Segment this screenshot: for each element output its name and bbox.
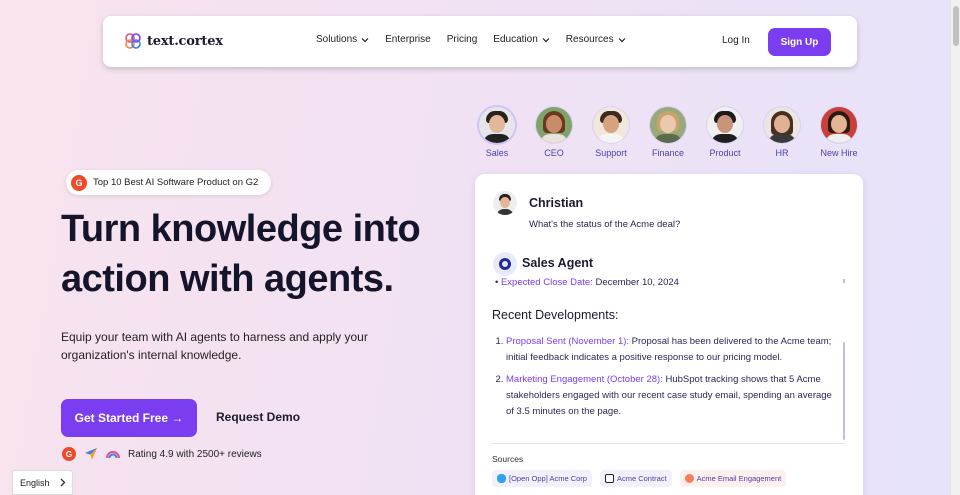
expected-close-line: • Expected Close Date: December 10, 2024 <box>495 277 679 288</box>
nav-pricing-label: Pricing <box>446 34 478 45</box>
chevron-right-icon <box>60 478 66 487</box>
brain-logo-icon <box>125 33 141 49</box>
sales-agent-icon <box>493 252 517 276</box>
nav-education-label: Education <box>493 34 538 45</box>
agent-label: Support <box>595 148 627 158</box>
badge-text: Top 10 Best AI Software Product on G2 <box>93 177 259 188</box>
nav-enterprise[interactable]: Enterprise <box>385 34 431 45</box>
development-item: Proposal Sent (November 1): Proposal has… <box>506 334 837 366</box>
login-link[interactable]: Log In <box>722 35 750 46</box>
signup-button[interactable]: Sign Up <box>768 28 831 56</box>
rating-row: G Rating 4.9 with 2500+ reviews <box>62 447 262 461</box>
source-label: Acme Contract <box>616 474 667 483</box>
agent-avatar <box>593 107 629 143</box>
sources-label: Sources <box>492 454 524 464</box>
source-chip[interactable]: [Open Opp] Acme Corp <box>492 470 592 487</box>
sources-list: [Open Opp] Acme Corp Acme Contract Acme … <box>492 470 787 487</box>
chat-scrollbar[interactable] <box>843 342 845 440</box>
headline-line-2: action with agents. <box>61 258 394 300</box>
agent-label: HR <box>775 148 789 158</box>
g2-badge[interactable]: G Top 10 Best AI Software Product on G2 <box>66 170 271 195</box>
logo[interactable]: text.cortex <box>124 32 223 50</box>
notion-icon <box>604 474 614 483</box>
user-message: What's the status of the Acme deal? <box>529 219 681 230</box>
source-chip[interactable]: Acme Contract <box>599 470 672 487</box>
agent-selector: Sales CEO Support Finance Product HR New… <box>478 107 858 158</box>
chevron-down-icon <box>361 37 369 42</box>
language-label: English <box>20 477 50 488</box>
user-name: Christian <box>529 196 584 210</box>
g2-logo-icon: G <box>71 174 87 191</box>
source-chip[interactable]: Acme Email Engagement <box>679 470 787 487</box>
get-started-button[interactable]: Get Started Free → <box>61 399 197 437</box>
agent-label: Sales <box>485 148 509 158</box>
source-label: [Open Opp] Acme Corp <box>509 474 587 483</box>
inner-scroll-indicator <box>843 279 845 283</box>
agent-product[interactable]: Product <box>706 107 744 158</box>
development-head: Proposal Sent (November 1): <box>506 336 630 347</box>
hubspot-icon <box>684 474 694 483</box>
developments-title: Recent Developments: <box>492 308 619 322</box>
language-selector[interactable]: English <box>12 470 73 495</box>
agent-hr[interactable]: HR <box>763 107 801 158</box>
hero-subtitle: Equip your team with AI agents to harnes… <box>61 330 368 362</box>
rainbow-review-icon <box>106 451 120 459</box>
user-avatar <box>493 191 517 215</box>
request-demo-button[interactable]: Request Demo <box>216 410 300 424</box>
nav-pricing[interactable]: Pricing <box>447 34 478 45</box>
agent-label: CEO <box>544 148 564 158</box>
agent-name: Sales Agent <box>522 256 594 270</box>
agent-avatar <box>650 107 686 143</box>
nav-resources-label: Resources <box>565 34 614 45</box>
agent-finance[interactable]: Finance <box>649 107 687 158</box>
chevron-down-icon <box>618 37 626 42</box>
agent-avatar <box>479 107 515 143</box>
agent-label: New Hire <box>820 148 858 158</box>
logo-text: text.cortex <box>147 33 223 49</box>
agent-new-hire[interactable]: New Hire <box>820 107 858 158</box>
close-label: Expected Close Date: <box>500 277 593 288</box>
nav-resources[interactable]: Resources <box>566 34 626 45</box>
agent-support[interactable]: Support <box>592 107 630 158</box>
nav-menu: Solutions Enterprise Pricing Education R… <box>316 34 626 45</box>
agent-label: Finance <box>651 148 685 158</box>
close-value: December 10, 2024 <box>595 277 679 288</box>
development-head: Marketing Engagement (October 28): <box>506 374 663 385</box>
nav-solutions-label: Solutions <box>316 34 358 45</box>
source-label: Acme Email Engagement <box>696 474 782 483</box>
chevron-down-icon <box>542 37 550 42</box>
agent-avatar <box>764 107 800 143</box>
top-navbar: text.cortex Solutions Enterprise Pricing… <box>103 16 857 67</box>
developments-list: Proposal Sent (November 1): Proposal has… <box>497 334 837 426</box>
svg-text:G: G <box>66 450 72 459</box>
agent-avatar <box>707 107 743 143</box>
headline-line-1: Turn knowledge into <box>61 208 421 250</box>
hero-headline: Turn knowledge into action with agents. <box>61 204 481 304</box>
nav-education[interactable]: Education <box>493 34 550 45</box>
nav-enterprise-label: Enterprise <box>385 34 431 45</box>
scrollbar-thumb[interactable] <box>953 6 959 46</box>
development-item: Marketing Engagement (October 28): HubSp… <box>506 372 837 420</box>
agent-ceo[interactable]: CEO <box>535 107 573 158</box>
g2-review-icon: G <box>62 447 76 461</box>
divider <box>492 443 846 444</box>
agent-sales[interactable]: Sales <box>478 107 516 158</box>
nav-solutions[interactable]: Solutions <box>316 34 369 45</box>
chat-panel: Christian What's the status of the Acme … <box>475 174 863 495</box>
agent-label: Product <box>709 148 741 158</box>
agent-avatar <box>536 107 572 143</box>
rating-text: Rating 4.9 with 2500+ reviews <box>128 448 262 460</box>
agent-avatar <box>821 107 857 143</box>
capterra-icon <box>85 448 97 460</box>
salesforce-icon <box>497 474 506 483</box>
page-scrollbar[interactable] <box>950 0 960 495</box>
